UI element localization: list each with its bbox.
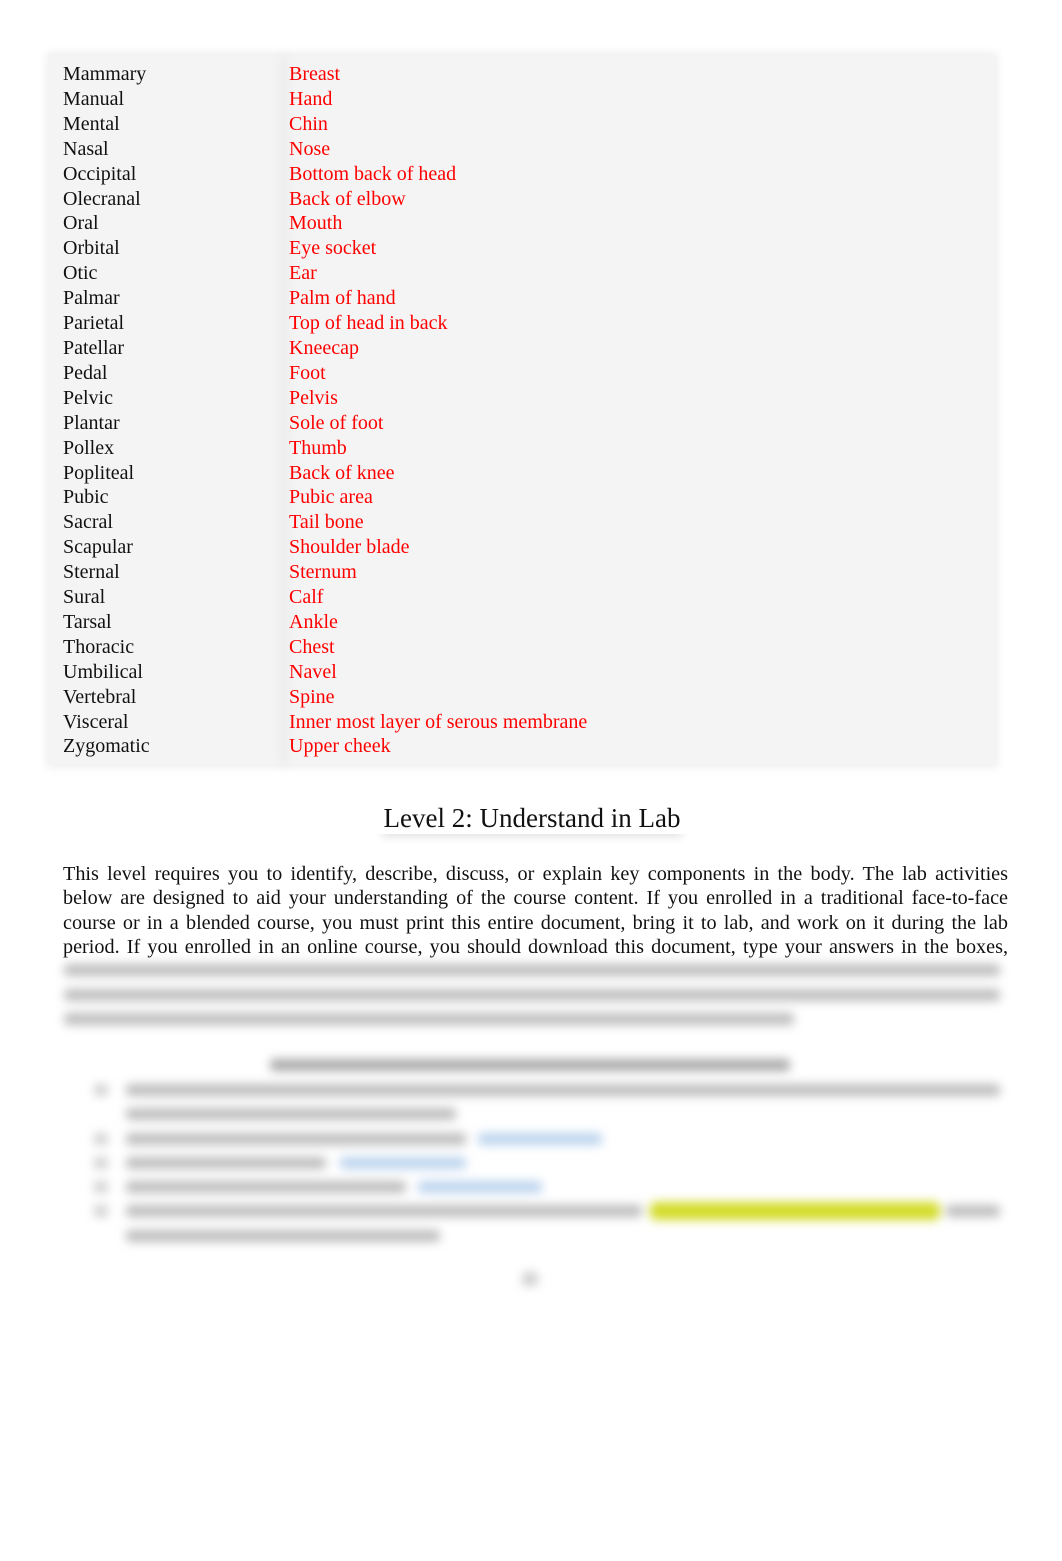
blurred-list-line [126, 1181, 406, 1193]
blurred-link[interactable] [418, 1181, 542, 1193]
blurred-list-number [94, 1205, 108, 1217]
blurred-paragraph-line [64, 1013, 794, 1025]
blurred-paragraph-line [64, 964, 1000, 976]
document-page: Mammary Breast Manual Hand Mental Chin Nasal No… [0, 0, 1062, 1561]
blurred-list-line [946, 1205, 1000, 1217]
blurred-paragraph-line [64, 989, 1000, 1001]
blurred-list-line [126, 1084, 1000, 1096]
blurred-list-number [94, 1133, 108, 1145]
blurred-link[interactable] [478, 1133, 602, 1145]
blurred-list-line [126, 1133, 466, 1145]
blurred-list-line [126, 1108, 456, 1120]
page-number [522, 1272, 538, 1286]
blurred-list-line [126, 1230, 440, 1242]
blurred-subheading [270, 1059, 790, 1071]
blurred-list-number [94, 1084, 108, 1096]
blurred-list-number [94, 1157, 108, 1169]
blurred-list-line [126, 1205, 642, 1217]
blurred-list-line [126, 1157, 326, 1169]
blurred-list-number [94, 1181, 108, 1193]
blurred-content [0, 0, 1062, 1561]
blurred-link[interactable] [340, 1157, 466, 1169]
blurred-highlight [650, 1202, 940, 1220]
